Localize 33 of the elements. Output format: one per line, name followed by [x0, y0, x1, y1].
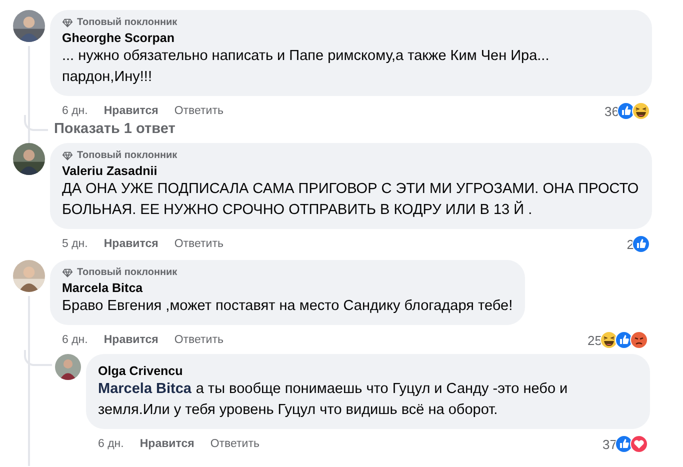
diamond-icon: [62, 268, 73, 278]
comment-text: ДА ОНА УЖЕ ПОДПИСАЛА САМА ПРИГОВОР С ЭТИ МИ УГРОЗАМИ. ОНА ПРОСТО БОЛЬНАЯ. ЕЕ НУЖНО СРОЧНО ОТПРАВИТЬ В КОДРУ ИЛИ В 13 Й .: [62, 180, 640, 220]
timestamp[interactable]: 5 дн.: [62, 238, 88, 250]
timestamp[interactable]: 6 дн.: [62, 105, 88, 117]
timestamp[interactable]: 6 дн.: [98, 438, 124, 450]
show-replies-link[interactable]: Показать 1 ответ: [54, 121, 176, 137]
reply-link[interactable]: Ответить: [210, 438, 260, 450]
author-name[interactable]: Valeriu Zasadnii: [62, 164, 640, 178]
like-link[interactable]: Нравится: [104, 334, 158, 346]
comment-text: Marcela Bitca а ты вообще понимаешь что Гуцул и Санду -это небо и земля.Или у тебя уровень Гуцул что видишь всё на оборот.: [98, 380, 569, 420]
like-link[interactable]: Нравится: [140, 438, 194, 450]
badge-label: Топовый поклонник: [77, 267, 178, 278]
angry-emoji-icon: [630, 331, 648, 349]
badge-label: Топовый поклонник: [77, 150, 178, 161]
author-name[interactable]: Olga Crivencu: [98, 364, 638, 378]
laughing-emoji-icon: [632, 102, 650, 120]
comment-text: ... нужно обязательно написать и Папе римскому,а также Ким Чен Ира... пардон,Ину!!!: [62, 47, 550, 87]
diamond-icon: [62, 150, 73, 160]
comment-text: Браво Евгения ,может поставят на место Сандику блогадаря тебе!: [62, 297, 513, 316]
author-name[interactable]: Marcela Bitca: [62, 281, 513, 295]
reply-link[interactable]: Ответить: [174, 334, 224, 346]
badge-label: Топовый поклонник: [77, 17, 178, 28]
author-name[interactable]: Gheorghe Scorpan: [62, 31, 640, 45]
reply-link[interactable]: Ответить: [174, 105, 224, 117]
timestamp[interactable]: 6 дн.: [62, 334, 88, 346]
reaction-count[interactable]: 37: [602, 436, 617, 452]
mention-link[interactable]: Marcela Bitca: [98, 381, 192, 397]
reaction-count[interactable]: 25: [588, 332, 602, 348]
like-link[interactable]: Нравится: [104, 238, 158, 250]
diamond-icon: [62, 18, 73, 28]
like-link[interactable]: Нравится: [104, 105, 158, 117]
reply-link[interactable]: Ответить: [174, 238, 224, 250]
thumbs-up-icon: [632, 235, 650, 253]
